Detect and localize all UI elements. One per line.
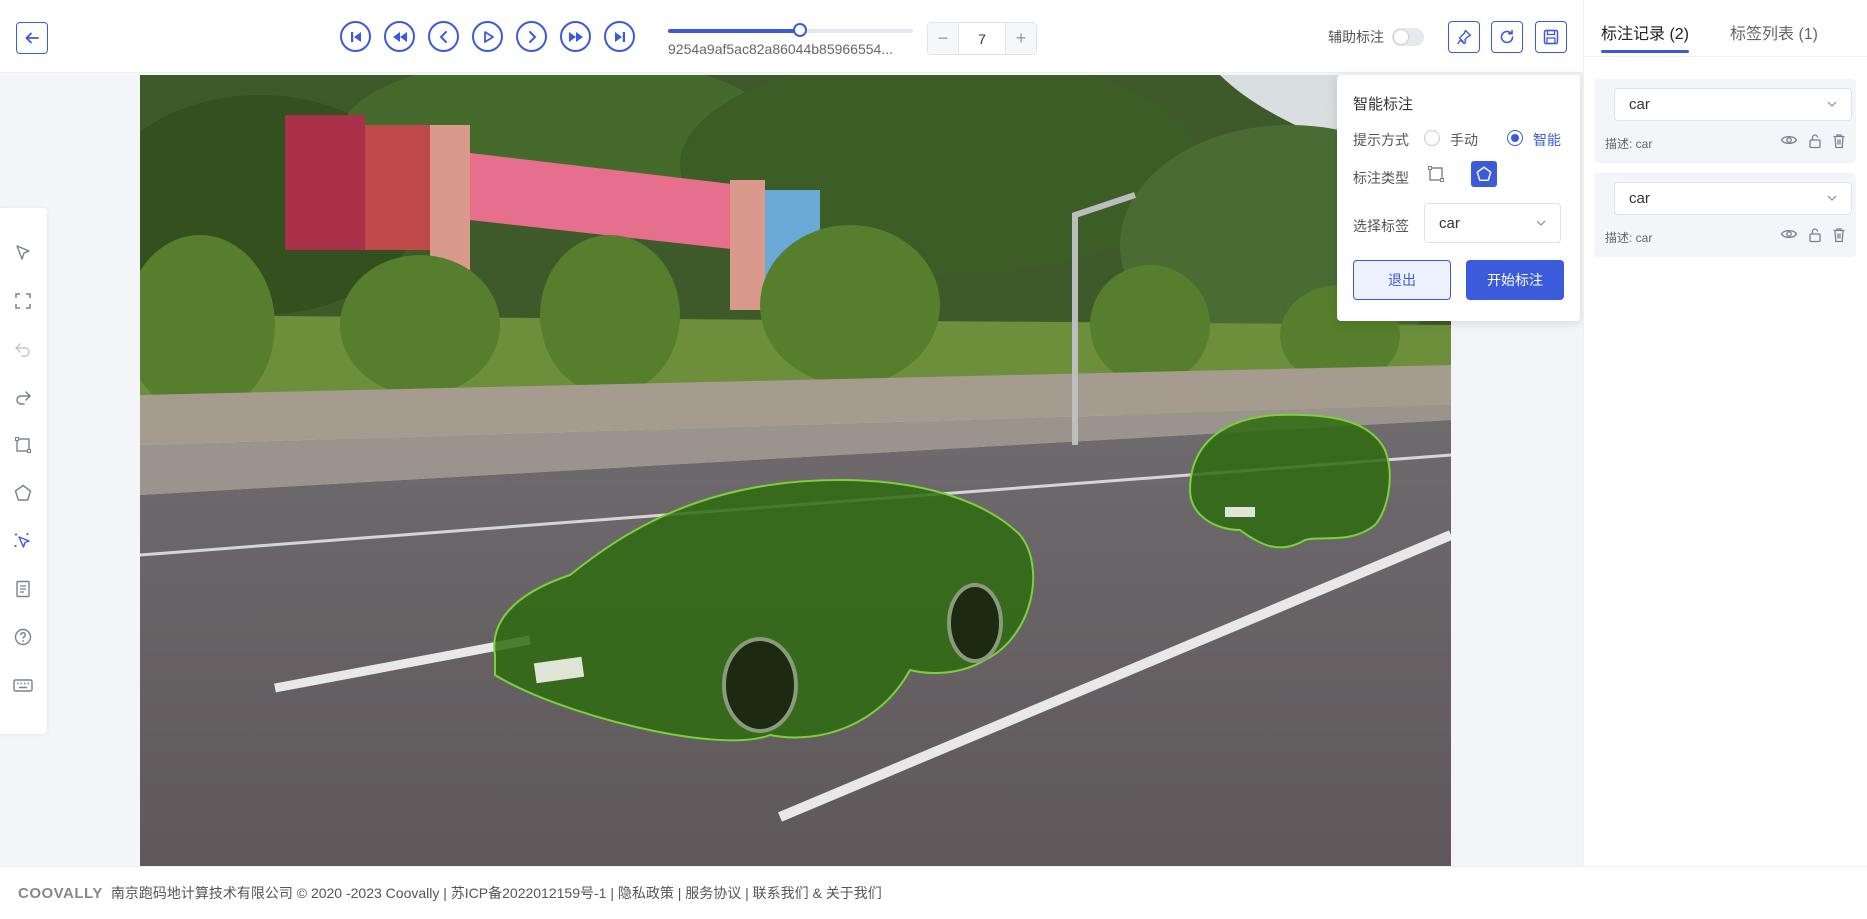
chevron-right-icon	[528, 30, 536, 43]
last-frame-button[interactable]	[604, 21, 635, 52]
active-tab-indicator	[1601, 50, 1689, 53]
fast-forward-button[interactable]	[560, 21, 591, 52]
first-frame-button[interactable]	[340, 21, 371, 52]
slider-fill	[668, 29, 801, 33]
chevron-down-icon	[1827, 101, 1837, 107]
skip-last-icon	[614, 31, 625, 42]
tab-annotation-records[interactable]: 标注记录 (2)	[1601, 20, 1689, 44]
footer-text: 南京跑码地计算技术有限公司 © 2020 -2023 Coovally | 苏I…	[110, 885, 882, 901]
prev-frame-button[interactable]	[428, 21, 459, 52]
play-icon	[483, 30, 494, 43]
lock-icon[interactable]	[1808, 227, 1822, 243]
left-toolbar	[0, 208, 47, 734]
chevron-left-icon	[439, 30, 447, 43]
pin-icon	[1457, 29, 1472, 45]
eye-icon[interactable]	[1780, 227, 1798, 241]
hint-smart-radio[interactable]	[1507, 130, 1523, 146]
record-actions	[1780, 133, 1846, 149]
frame-slider[interactable]	[668, 23, 913, 37]
keyboard-icon[interactable]	[11, 673, 35, 697]
stepper-plus-button[interactable]: +	[1006, 23, 1036, 54]
smart-annotation-icon[interactable]	[11, 529, 35, 553]
annotation-image[interactable]	[140, 75, 1451, 866]
delete-icon[interactable]	[1832, 133, 1846, 149]
polygon-tool-icon[interactable]	[11, 481, 35, 505]
fast-backward-button[interactable]	[384, 21, 415, 52]
tag-select[interactable]: car	[1424, 203, 1561, 243]
delete-icon[interactable]	[1832, 227, 1846, 243]
popover-title: 智能标注	[1353, 96, 1414, 113]
stepper-minus-button[interactable]: −	[928, 23, 958, 54]
hint-manual-radio[interactable]	[1424, 130, 1440, 146]
refresh-icon	[1500, 29, 1514, 44]
refresh-button[interactable]	[1491, 21, 1523, 53]
rectangle-tool-icon[interactable]	[11, 433, 35, 457]
fit-screen-icon[interactable]	[11, 289, 35, 313]
frame-stepper: − 7 +	[927, 22, 1037, 55]
arrow-left-icon	[25, 32, 39, 44]
assist-toggle[interactable]	[1392, 28, 1424, 46]
exit-button[interactable]: 退出	[1353, 260, 1451, 300]
coovally-logo: COOVALLY	[18, 884, 103, 902]
frame-number-input[interactable]: 7	[958, 23, 1006, 54]
hint-smart-text: 智能	[1533, 132, 1561, 148]
record-tag-value: car	[1629, 190, 1650, 207]
chevron-down-icon	[1827, 195, 1837, 201]
fast-backward-icon	[392, 31, 407, 42]
save-icon	[1543, 29, 1559, 45]
frame-id-text: 9254a9af5ac82a86044b85966554...	[668, 41, 893, 57]
rectangle-type-icon[interactable]	[1423, 161, 1449, 187]
select-tag-label: 选择标签	[1353, 218, 1409, 234]
record-description: 描述: car	[1605, 231, 1653, 245]
document-icon[interactable]	[11, 577, 35, 601]
slider-thumb[interactable]	[793, 23, 808, 37]
record-description: 描述: car	[1605, 137, 1653, 151]
help-icon[interactable]	[11, 625, 35, 649]
tab-label-list[interactable]: 标签列表 (1)	[1730, 20, 1818, 44]
skip-first-icon	[350, 31, 361, 42]
top-toolbar: 9254a9af5ac82a86044b85966554... − 7 + 辅助…	[0, 0, 1583, 73]
smart-annotation-popover: 智能标注 提示方式 手动 智能 标注类型 选择标签 car 退出 开始标注	[1337, 75, 1580, 321]
right-panel: 标注记录 (2) 标签列表 (1) car 描述: car car 描述: ca…	[1583, 0, 1867, 866]
select-tool-icon[interactable]	[11, 241, 35, 265]
annotation-type-label: 标注类型	[1353, 170, 1409, 186]
assist-annotation: 辅助标注	[1328, 27, 1424, 47]
record-actions	[1780, 227, 1846, 243]
start-annotation-button[interactable]: 开始标注	[1466, 260, 1564, 300]
redo-icon[interactable]	[11, 385, 35, 409]
polygon-type-icon[interactable]	[1471, 161, 1497, 187]
footer: COOVALLY 南京跑码地计算技术有限公司 © 2020 -2023 Coov…	[0, 866, 1867, 919]
divider	[1584, 56, 1867, 57]
record-tag-select[interactable]: car	[1614, 182, 1852, 215]
hint-manual-text: 手动	[1450, 132, 1478, 148]
chevron-down-icon	[1536, 220, 1546, 226]
fast-forward-icon	[568, 31, 583, 42]
assist-label: 辅助标注	[1328, 29, 1384, 45]
pin-button[interactable]	[1448, 21, 1480, 53]
next-frame-button[interactable]	[516, 21, 547, 52]
back-button[interactable]	[16, 22, 48, 54]
tag-select-value: car	[1439, 215, 1460, 232]
record-tag-value: car	[1629, 96, 1650, 113]
record-tag-select[interactable]: car	[1614, 88, 1852, 121]
save-button[interactable]	[1535, 21, 1567, 53]
play-button[interactable]	[472, 21, 503, 52]
undo-icon[interactable]	[11, 337, 35, 361]
lock-icon[interactable]	[1808, 133, 1822, 149]
annotation-record[interactable]: car 描述: car	[1594, 79, 1856, 163]
annotation-record[interactable]: car 描述: car	[1594, 173, 1856, 257]
hint-mode-label: 提示方式	[1353, 132, 1409, 148]
eye-icon[interactable]	[1780, 133, 1798, 147]
